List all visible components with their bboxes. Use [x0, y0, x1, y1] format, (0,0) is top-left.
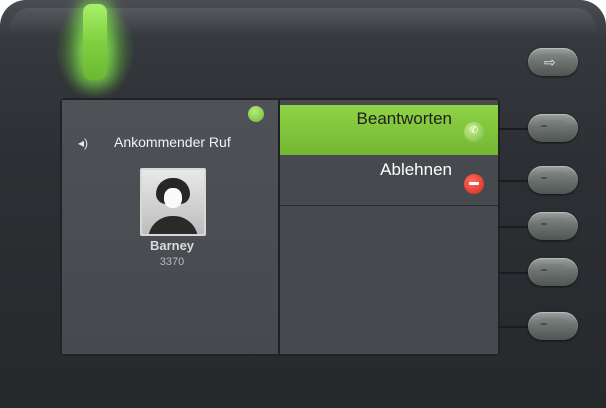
softkey-2[interactable]: [528, 166, 578, 194]
softkey-4[interactable]: [528, 258, 578, 286]
caller-name: Barney: [149, 238, 195, 253]
caller-number: 3370: [159, 256, 185, 268]
phone-accept-icon: ✆: [464, 122, 484, 142]
caller-panel: ◂) Ankommender Ruf Barney 3370: [62, 100, 278, 354]
presence-dot-icon: [248, 106, 264, 122]
leave-button[interactable]: ⇨: [528, 48, 578, 76]
softkey-3[interactable]: [528, 212, 578, 240]
person-avatar-icon: [140, 168, 206, 236]
answer-option[interactable]: Beantworten ✆: [280, 105, 498, 155]
reject-label: Ablehnen: [380, 160, 452, 179]
incoming-call-title: Ankommender Ruf: [114, 134, 231, 150]
phone-device: ⇨ ◂) Ankommender Ruf Barney 3370 Beantwo…: [0, 0, 606, 408]
softkey-5[interactable]: [528, 312, 578, 340]
speaker-icon: ◂): [78, 136, 89, 150]
softkey-1[interactable]: [528, 114, 578, 142]
display-screen: ◂) Ankommender Ruf Barney 3370 Beantwort…: [62, 100, 498, 354]
answer-label: Beantworten: [356, 109, 452, 128]
exit-icon: ⇨: [544, 54, 556, 70]
options-panel: Beantworten ✆ Ablehnen: [280, 100, 498, 354]
call-reject-icon: [464, 174, 484, 194]
notification-led: [83, 4, 107, 80]
reject-option[interactable]: Ablehnen: [280, 156, 498, 206]
